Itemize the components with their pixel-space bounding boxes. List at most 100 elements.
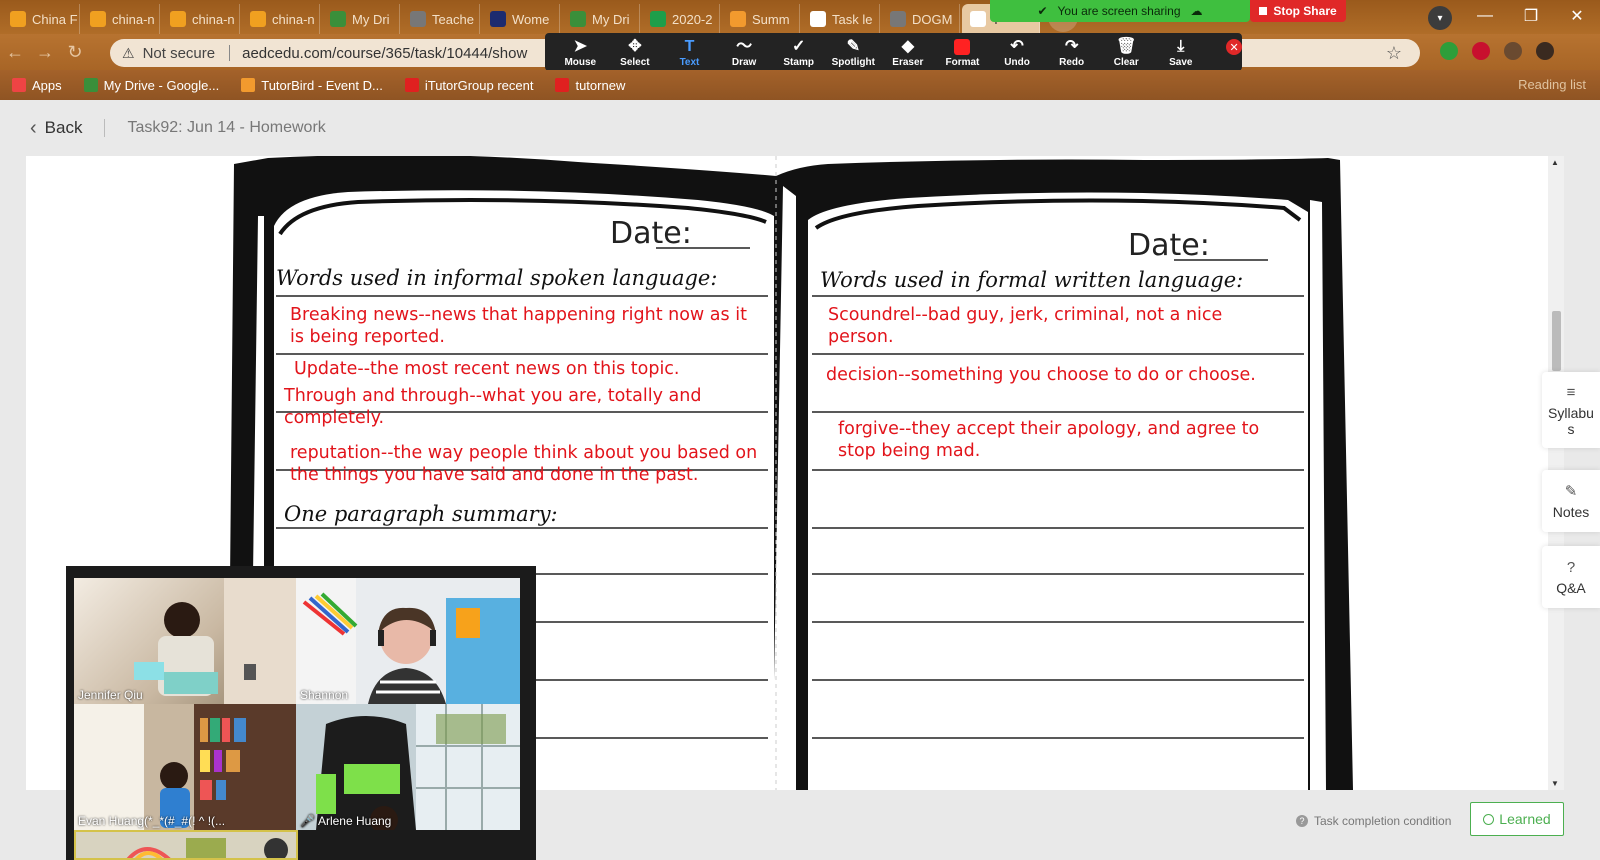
stop-share-button[interactable]: Stop Share	[1250, 0, 1346, 22]
back-arrow-icon[interactable]: ←	[0, 42, 30, 63]
ublock-icon[interactable]	[1472, 42, 1490, 60]
task-icon	[970, 11, 986, 27]
browser-tab[interactable]: China F	[2, 4, 80, 34]
bookmark-item[interactable]: My Drive - Google...	[83, 78, 219, 93]
zoom-tool-redo[interactable]: ↷ Redo	[1044, 37, 1099, 68]
security-label[interactable]: Not secure	[143, 45, 216, 62]
zoom-tool-text[interactable]: T Text	[662, 37, 717, 68]
url-text[interactable]: aedcedu.com/course/365/task/10444/show	[242, 45, 527, 62]
zoom-tool-label: Eraser	[892, 56, 924, 68]
zoom-tool-mouse[interactable]: ➤ Mouse	[553, 37, 608, 68]
bookmark-item[interactable]: Apps	[12, 78, 62, 93]
zoom-tool-label: Select	[620, 56, 650, 68]
extension-green-icon[interactable]	[1440, 42, 1458, 60]
zoom-tool-stamp[interactable]: ✓ Stamp	[771, 37, 826, 68]
reading-list-button[interactable]: Reading list	[1518, 77, 1586, 92]
zoom-tool-undo[interactable]: ↶ Undo	[990, 37, 1045, 68]
zoom-tool-eraser[interactable]: ◆ Eraser	[881, 37, 936, 68]
zoom-tool-label: Spotlight	[831, 56, 875, 68]
google-drive-icon	[570, 11, 586, 27]
browser-tab[interactable]: Teache	[402, 4, 480, 34]
zoom-tool-label: Stamp	[783, 56, 814, 68]
tab-label: Task le	[832, 11, 873, 27]
video-feed-evan	[74, 704, 298, 830]
publication-icon	[490, 11, 506, 27]
close-window-icon[interactable]: ✕	[1554, 0, 1600, 32]
puzzle-icon[interactable]	[1504, 42, 1522, 60]
bookmark-item[interactable]: TutorBird - Event D...	[241, 78, 383, 93]
back-button[interactable]: ‹ Back	[30, 117, 82, 140]
formal-entry-1[interactable]: Scoundrel--bad guy, jerk, criminal, not …	[828, 304, 1268, 348]
notes-button[interactable]: ✎ Notes	[1542, 470, 1600, 532]
warning-icon[interactable]: ⚠	[122, 45, 135, 62]
page-header: ‹ Back Task92: Jun 14 - Homework	[0, 100, 1600, 156]
video-tile[interactable]: Evan Huang(*_*(#_#(! ^ !(...	[74, 704, 298, 830]
restore-icon[interactable]: ❐	[1508, 0, 1554, 32]
browser-tab-strip: China F china-n china-n china-n My Dri Teache…	[0, 0, 1600, 34]
zoom-tool-label: Redo	[1059, 56, 1085, 68]
bookmark-item[interactable]: tutornew	[555, 78, 625, 93]
minimize-icon[interactable]: —	[1462, 0, 1508, 32]
informal-entry-3[interactable]: Through and through--what you are, total…	[284, 385, 744, 429]
scroll-down-icon[interactable]: ▼	[1551, 779, 1559, 788]
browser-tab[interactable]: 2020-2	[642, 4, 720, 34]
formal-entry-2[interactable]: decision--something you choose to do or …	[826, 364, 1286, 386]
zoom-tool-label: Format	[945, 56, 980, 68]
zoom-tool-spotlight[interactable]: ✎ Spotlight	[826, 37, 881, 68]
browser-tab[interactable]: china-n	[82, 4, 160, 34]
scrollbar-thumb[interactable]	[1552, 311, 1561, 371]
tab-search-icon[interactable]: ▾	[1428, 6, 1452, 30]
browser-tab[interactable]: DOGM	[882, 4, 960, 34]
tab-label: china-n	[112, 11, 155, 27]
video-tile[interactable]: 🎤 Arlene Huang	[296, 704, 520, 830]
globe-icon	[890, 11, 906, 27]
video-feed-arlene	[316, 704, 520, 830]
zoom-tool-save[interactable]: ⤓ Save	[1154, 37, 1209, 68]
chevron-left-icon: ‹	[30, 116, 37, 139]
zoom-tool-clear[interactable]: 🗑 Clear	[1099, 37, 1154, 68]
zoom-annotation-toolbar: ➤ Mouse ✥ Select T Text 〜 Draw ✓ Stamp ✎ Spotlight ◆…	[545, 33, 1242, 71]
text-icon: T	[684, 37, 695, 55]
participant-name: Jennifer Qiu	[78, 688, 143, 702]
zoom-tool-select[interactable]: ✥ Select	[608, 37, 663, 68]
learned-button[interactable]: Learned	[1470, 802, 1564, 836]
bookmark-label: iTutorGroup recent	[424, 77, 534, 93]
informal-entry-2[interactable]: Update--the most recent news on this top…	[294, 358, 754, 380]
forward-arrow-icon[interactable]: →	[30, 42, 60, 63]
bookmark-icon	[241, 78, 256, 92]
informal-entry-4[interactable]: reputation--the way people think about y…	[290, 442, 760, 486]
browser-tab[interactable]: Wome	[482, 4, 560, 34]
formal-entry-3[interactable]: forgive--they accept their apology, and …	[838, 418, 1288, 462]
reload-icon[interactable]: ↻	[60, 42, 90, 63]
completion-label: Task completion condition	[1314, 814, 1452, 828]
informal-entry-1[interactable]: Breaking news--news that happening right…	[290, 304, 758, 348]
syllabus-button[interactable]: ≡ Syllabus	[1542, 372, 1600, 448]
video-tile[interactable]: Jennifer Qiu	[74, 578, 298, 704]
bookmark-item[interactable]: iTutorGroup recent	[404, 77, 534, 93]
bookmark-star-icon[interactable]: ☆	[1386, 43, 1402, 64]
browser-tab[interactable]: My Dri	[322, 4, 400, 34]
iTutor-icon	[10, 11, 26, 27]
browser-tab[interactable]: china-n	[242, 4, 320, 34]
globe-icon	[410, 11, 426, 27]
zoom-tool-draw[interactable]: 〜 Draw	[717, 37, 772, 68]
browser-tab[interactable]: Summ	[722, 4, 800, 34]
task-completion-condition[interactable]: ? Task completion condition	[1296, 814, 1451, 828]
tab-label: Summ	[752, 11, 790, 27]
browser-tab[interactable]: My Dri	[562, 4, 640, 34]
browser-tab[interactable]: Task le	[802, 4, 880, 34]
close-toolbar-icon[interactable]: ✕	[1226, 39, 1242, 55]
zoom-tool-label: Draw	[731, 56, 757, 68]
notes-label: Notes	[1552, 504, 1590, 520]
tab-label: My Dri	[352, 11, 390, 27]
bookmark-icon	[404, 78, 419, 92]
bookmark-label: TutorBird - Event D...	[261, 77, 383, 93]
scroll-up-icon[interactable]: ▲	[1551, 158, 1559, 167]
zoom-tool-format[interactable]: Format	[935, 37, 990, 68]
video-tile[interactable]	[74, 830, 298, 860]
video-tile[interactable]: Shannon	[296, 578, 520, 704]
profile-avatar[interactable]	[1536, 42, 1554, 60]
qa-button[interactable]: ? Q&A	[1542, 546, 1600, 608]
browser-tab[interactable]: china-n	[162, 4, 240, 34]
omnibox-divider	[229, 45, 231, 61]
